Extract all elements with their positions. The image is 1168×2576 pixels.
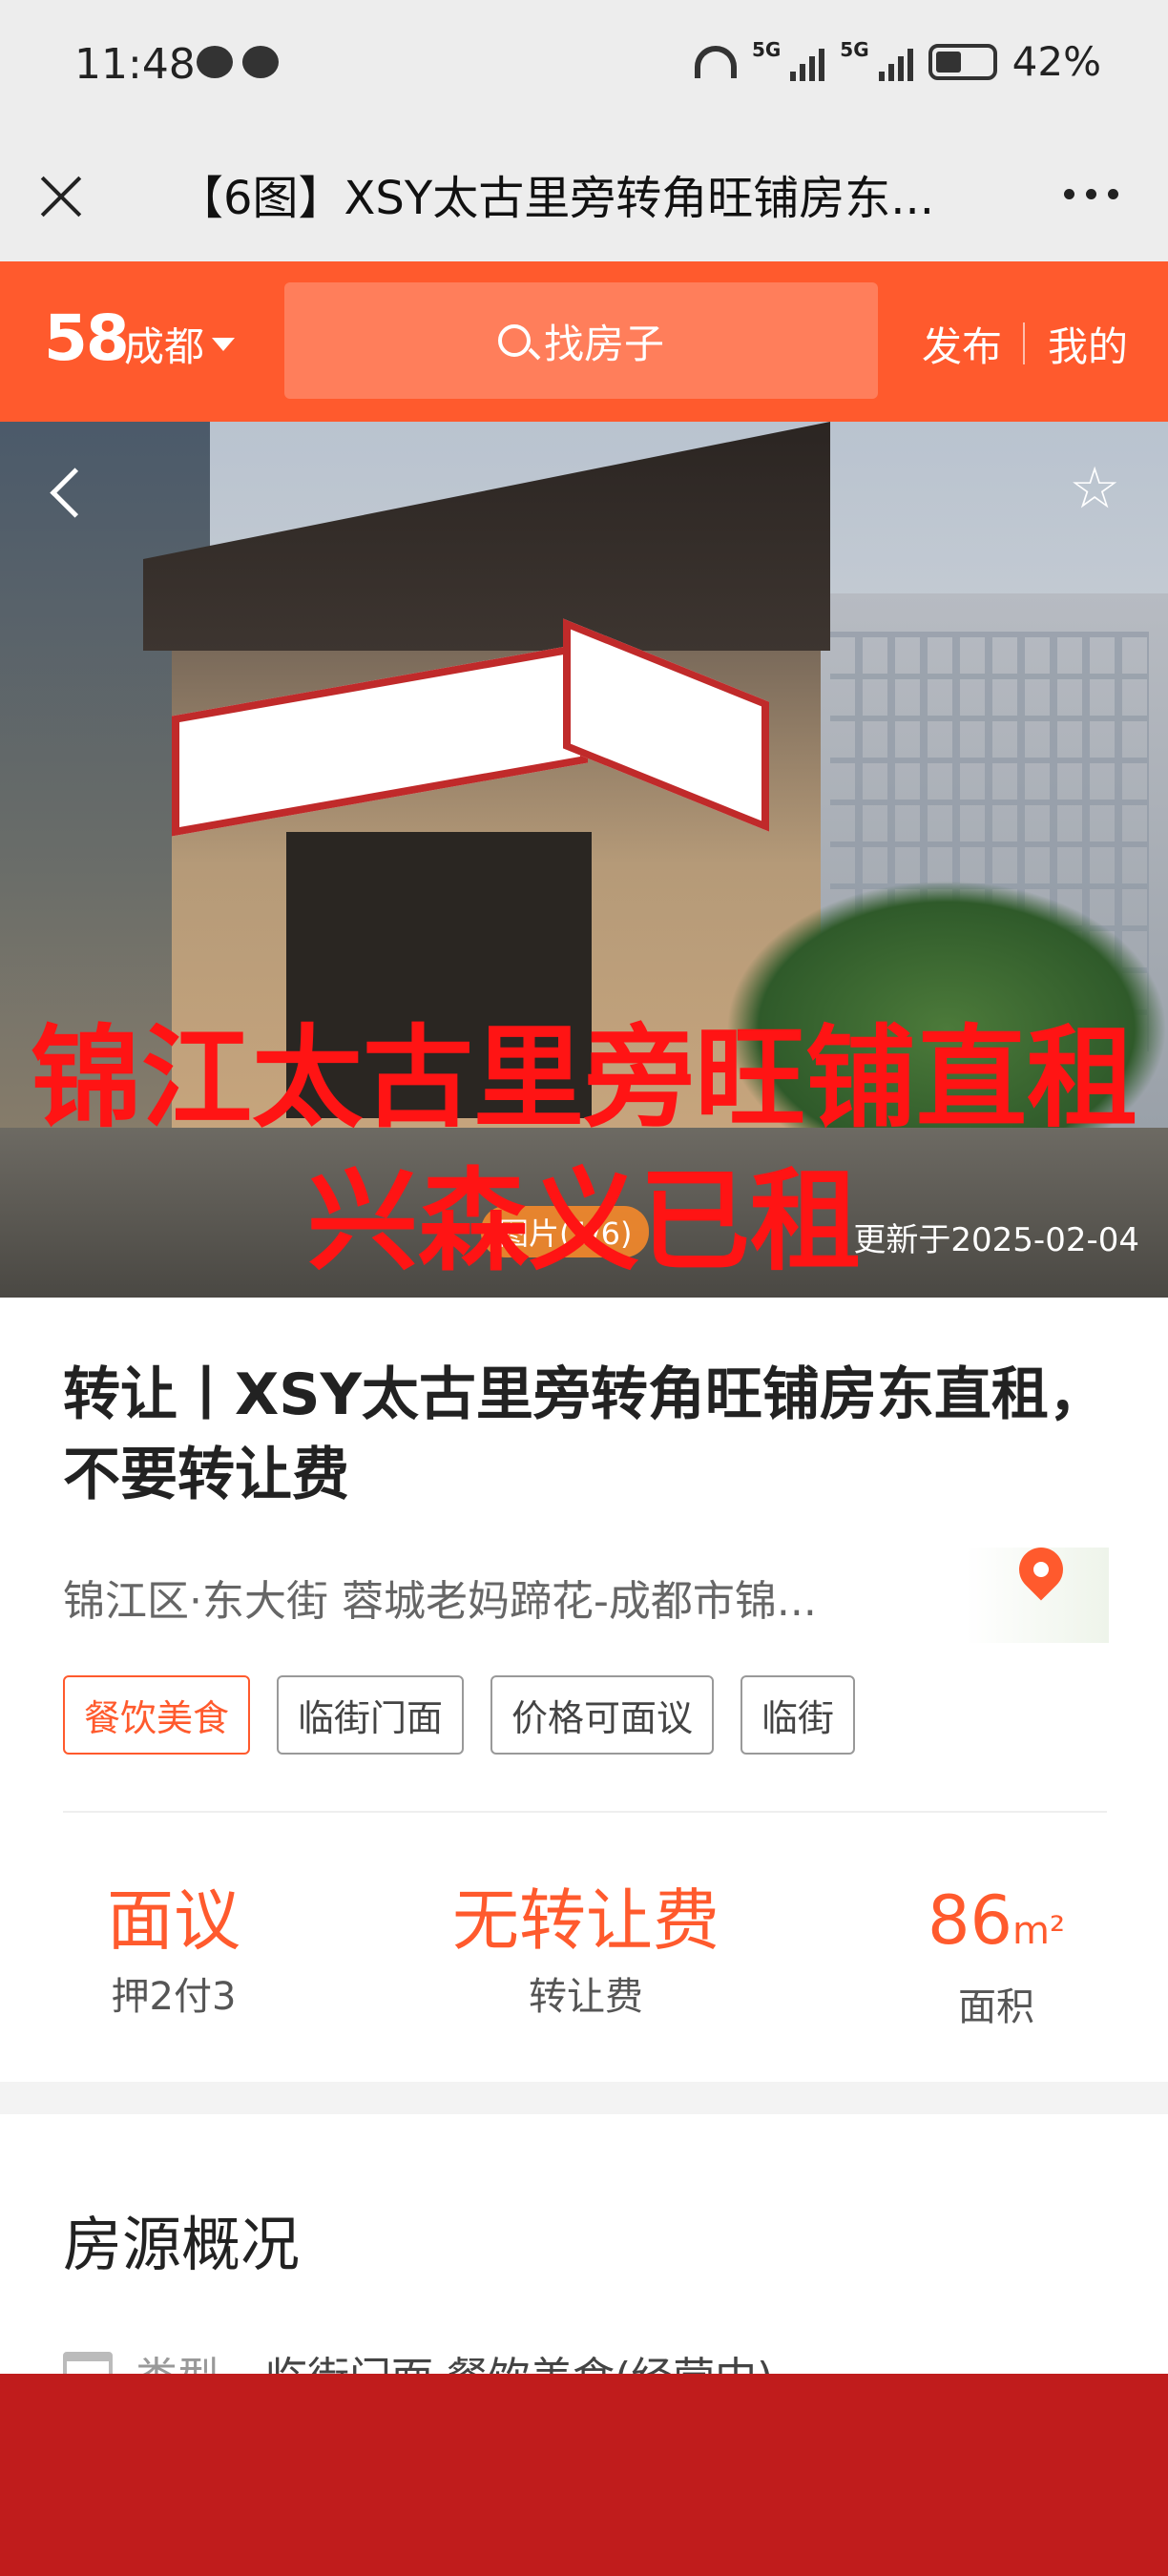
stat-label: 转让费 [529, 1975, 643, 2019]
section-heading: 房源概况 [63, 2210, 301, 2279]
search-icon [497, 324, 531, 357]
wifi-icon [694, 45, 737, 78]
stat-label: 面积 [958, 1985, 1034, 2029]
stat-transfer-fee: 无转让费 转让费 [347, 1880, 824, 2031]
overlay-line-1: 锦江太古里旁旺铺直租 [31, 1014, 1137, 1143]
header-divider [1023, 322, 1025, 364]
more-options-icon[interactable] [1064, 189, 1118, 199]
key-stats: 面议 押2付3 无转让费 转让费 86m² 面积 [0, 1880, 1168, 2031]
stat-value: 面议 [107, 1881, 240, 1960]
stat-area: 86m² 面积 [824, 1880, 1168, 2031]
app-header: 58 成都 找房子 发布 我的 [0, 261, 1168, 422]
divider [63, 1811, 1107, 1813]
signal-icon-1 [790, 43, 825, 81]
status-right: 5G 5G 42% [694, 38, 1101, 85]
listing-info: 转让丨XSY太古里旁转角旺铺房东直租，不要转让费 锦江区·东大街 蓉城老妈蹄花-… [0, 1298, 1168, 2082]
stat-rent: 面议 押2付3 [0, 1880, 347, 2031]
battery-icon [928, 43, 997, 80]
logo[interactable]: 58 [44, 301, 130, 375]
stat-value: 无转让费 [452, 1881, 720, 1960]
browser-title-bar: 【6图】XSY太古里旁转角旺铺房东... [0, 134, 1168, 261]
city-label: 成都 [124, 323, 205, 370]
notification-icons [197, 46, 279, 78]
section-gap [0, 2082, 1168, 2114]
map-thumbnail[interactable] [966, 1538, 1109, 1643]
overlay-line-2: 兴森义已租 [307, 1157, 861, 1286]
tag: 临街 [740, 1675, 856, 1755]
stat-label: 押2付3 [111, 1975, 237, 2019]
publish-link[interactable]: 发布 [922, 315, 1002, 373]
map-pin-icon [1010, 1538, 1073, 1601]
tag: 价格可面议 [490, 1675, 715, 1755]
tag: 餐饮美食 [63, 1675, 251, 1755]
wechat-icon [197, 46, 233, 78]
listing-address[interactable]: 锦江区·东大街 蓉城老妈蹄花-成都市锦... [63, 1567, 922, 1628]
my-account-link[interactable]: 我的 [1048, 315, 1128, 373]
bottom-banner[interactable] [0, 2374, 1168, 2576]
battery-percent: 42% [1012, 38, 1101, 85]
photo-overlay-text: 锦江太古里旁旺铺直租 兴森义已租 [0, 1008, 1168, 1294]
stat-value: 86m² [927, 1881, 1066, 1960]
search-bar[interactable]: 找房子 [284, 282, 878, 399]
close-icon[interactable] [36, 170, 84, 218]
listing-photo-carousel[interactable]: ☆ 图片(1/6) 更新于2025-02-04 锦江太古里旁旺铺直租 兴森义已租 [0, 422, 1168, 1298]
network-label-1: 5G [751, 38, 782, 61]
listing-title: 转让丨XSY太古里旁转角旺铺房东直租，不要转让费 [63, 1361, 1106, 1508]
message-icon [242, 46, 279, 78]
signal-icon-2 [878, 43, 913, 81]
page-title: 【6图】XSY太古里旁转角旺铺房东... [177, 172, 934, 225]
city-selector[interactable]: 成都 [124, 315, 236, 373]
status-bar: 11:48 5G 5G 42% [0, 0, 1168, 134]
listing-tags: 餐饮美食 临街门面 价格可面议 临街 [63, 1675, 856, 1755]
caret-down-icon [212, 337, 236, 351]
favorite-star-icon[interactable]: ☆ [1069, 460, 1120, 517]
network-label-2: 5G [840, 38, 869, 61]
search-placeholder: 找房子 [543, 320, 664, 367]
status-time: 11:48 [74, 40, 196, 89]
tag: 临街门面 [277, 1675, 465, 1755]
photo-roof [143, 422, 830, 651]
